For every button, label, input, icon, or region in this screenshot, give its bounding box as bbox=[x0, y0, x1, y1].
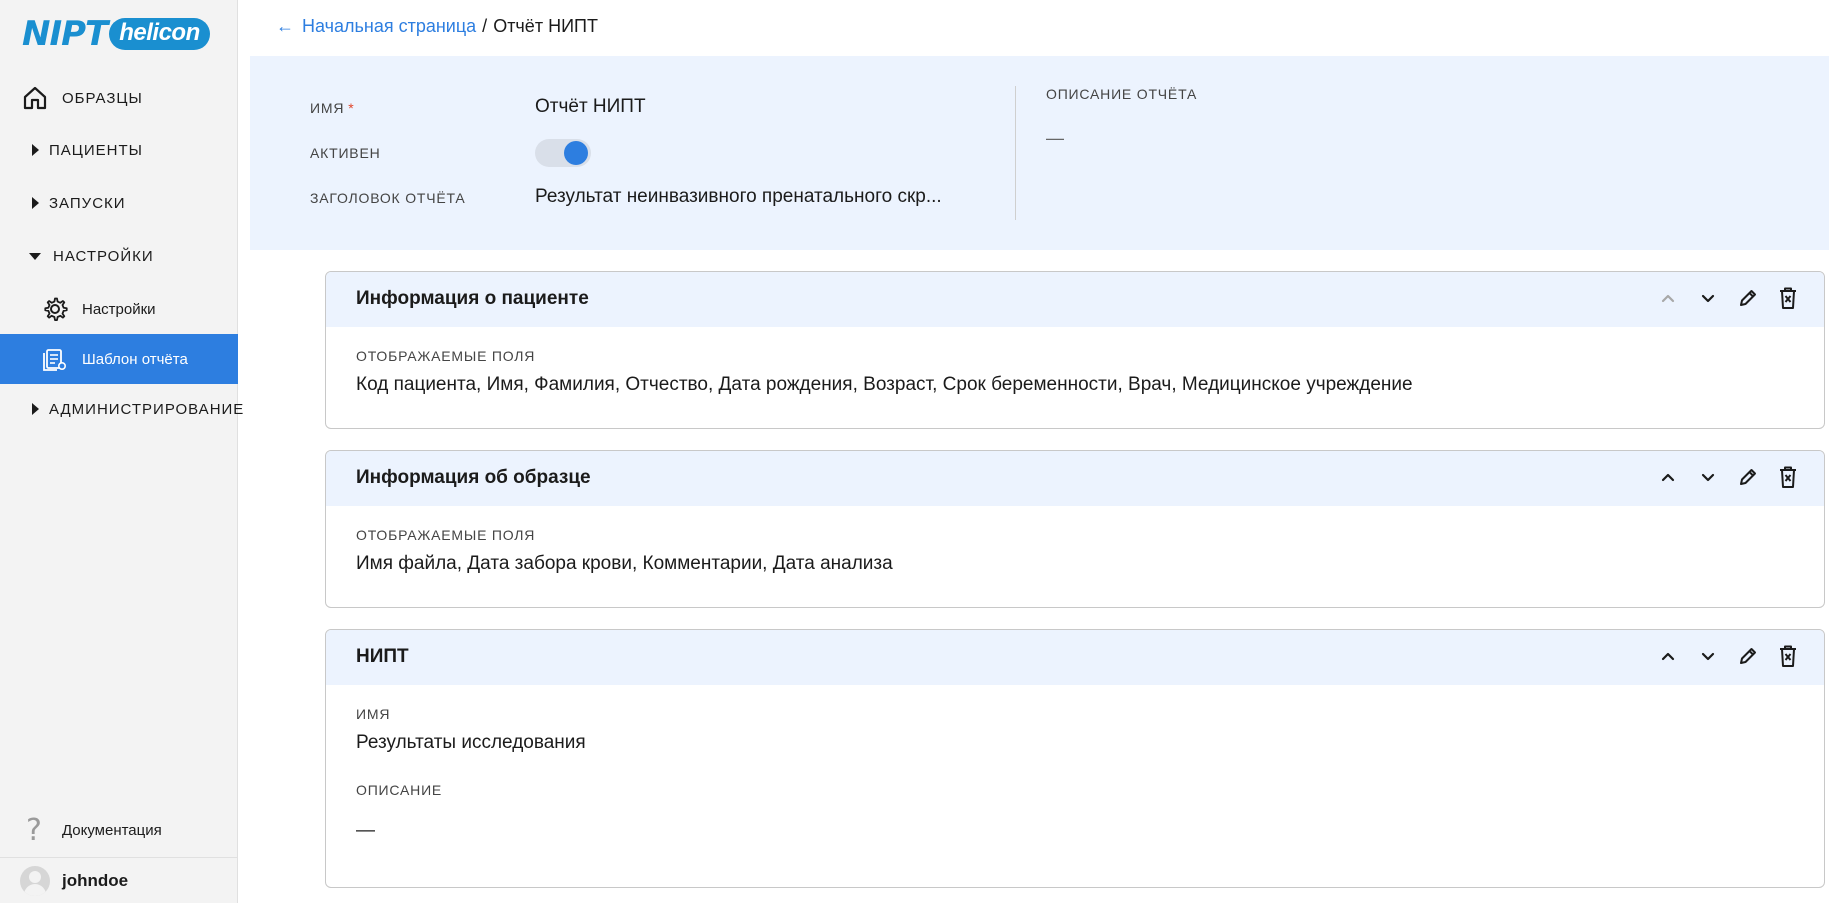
sidebar-item-label: ЗАПУСКИ bbox=[49, 194, 126, 212]
edit-button[interactable] bbox=[1734, 642, 1762, 670]
documentation-link[interactable]: ? Документация bbox=[0, 806, 238, 854]
gear-icon bbox=[42, 296, 68, 322]
report-name-value: Отчёт НИПТ bbox=[535, 96, 646, 117]
move-down-button[interactable] bbox=[1694, 284, 1722, 312]
caret-right-icon bbox=[32, 197, 39, 209]
move-down-button[interactable] bbox=[1694, 642, 1722, 670]
sidebar-item-runs[interactable]: ЗАПУСКИ bbox=[0, 179, 238, 227]
delete-button[interactable] bbox=[1774, 463, 1802, 491]
name-label: ИМЯ * bbox=[310, 100, 355, 116]
sidebar-item-settings[interactable]: Настройки bbox=[0, 284, 238, 334]
trash-icon bbox=[1780, 466, 1796, 488]
chevron-up-icon bbox=[1661, 652, 1675, 661]
sidebar-item-label: АДМИНИСТРИРОВАНИЕ bbox=[49, 400, 245, 418]
caret-right-icon bbox=[32, 403, 39, 415]
caret-down-icon bbox=[29, 252, 41, 260]
breadcrumb-separator: / bbox=[482, 15, 488, 36]
edit-button[interactable] bbox=[1734, 463, 1762, 491]
user-menu[interactable]: johndoe bbox=[0, 857, 238, 903]
avatar bbox=[20, 865, 50, 896]
section-title: НИПТ bbox=[356, 646, 409, 667]
pencil-icon bbox=[1740, 648, 1756, 664]
section-name-value: Результаты исследования bbox=[356, 732, 586, 753]
sidebar-item-label: ПАЦИЕНТЫ bbox=[49, 141, 143, 159]
delete-button[interactable] bbox=[1774, 642, 1802, 670]
sidebar-item-patients[interactable]: ПАЦИЕНТЫ bbox=[0, 126, 238, 174]
chevron-down-icon bbox=[1701, 652, 1715, 661]
logo-nipt-text: NIPT bbox=[22, 14, 108, 54]
chevron-up-icon bbox=[1661, 473, 1675, 482]
section-name-label: ИМЯ bbox=[356, 706, 391, 722]
section-card-sample-info: Информация об образце ОТОБРАЖАЕМЫЕ ПОЛЯ … bbox=[325, 450, 1825, 608]
active-toggle[interactable] bbox=[535, 137, 591, 167]
section-title: Информация об образце bbox=[356, 467, 591, 488]
trash-icon bbox=[1780, 287, 1796, 309]
displayed-fields-value: Код пациента, Имя, Фамилия, Отчество, Да… bbox=[356, 374, 1413, 395]
displayed-fields-label: ОТОБРАЖАЕМЫЕ ПОЛЯ bbox=[356, 527, 536, 543]
trash-icon bbox=[1780, 645, 1796, 667]
section-title: Информация о пациенте bbox=[356, 288, 589, 309]
username: johndoe bbox=[62, 870, 129, 890]
toggle-thumb bbox=[564, 141, 588, 165]
section-card-header: Информация об образце bbox=[326, 451, 1824, 506]
report-title-label: ЗАГОЛОВОК ОТЧЁТА bbox=[310, 190, 466, 206]
section-card-header: Информация о пациенте bbox=[326, 272, 1824, 327]
chevron-down-icon bbox=[1701, 294, 1715, 303]
logo-helicon-text: helicon bbox=[109, 18, 210, 50]
sidebar-item-label: Настройки bbox=[82, 300, 156, 318]
sidebar-item-samples[interactable]: ОБРАЗЦЫ bbox=[0, 74, 238, 122]
section-actions bbox=[1654, 463, 1802, 491]
chevron-up-icon bbox=[1661, 294, 1675, 303]
sidebar-item-label: Шаблон отчёта bbox=[82, 350, 188, 368]
help-icon: ? bbox=[26, 812, 42, 848]
breadcrumb-home-link[interactable]: Начальная страница bbox=[302, 16, 476, 37]
sidebar-item-label: НАСТРОЙКИ bbox=[53, 247, 154, 265]
move-down-button[interactable] bbox=[1694, 463, 1722, 491]
displayed-fields-value: Имя файла, Дата забора крови, Комментари… bbox=[356, 553, 893, 574]
active-label: АКТИВЕН bbox=[310, 145, 381, 161]
header-divider bbox=[1015, 86, 1016, 220]
breadcrumb: ← Начальная страница / Отчёт НИПТ bbox=[276, 14, 598, 38]
displayed-fields-label: ОТОБРАЖАЕМЫЕ ПОЛЯ bbox=[356, 348, 536, 364]
sidebar: NIPT helicon ОБРАЗЦЫ ПАЦИЕНТЫ ЗАПУСКИ НА… bbox=[0, 0, 243, 903]
required-mark: * bbox=[348, 100, 355, 116]
section-description-label: ОПИСАНИЕ bbox=[356, 782, 443, 798]
move-up-button[interactable] bbox=[1654, 463, 1682, 491]
report-template-icon bbox=[42, 346, 68, 372]
move-up-button[interactable] bbox=[1654, 642, 1682, 670]
section-actions bbox=[1654, 642, 1802, 670]
report-title-value: Результат неинвазивного пренатального ск… bbox=[535, 186, 942, 207]
pencil-icon bbox=[1740, 469, 1756, 485]
caret-right-icon bbox=[32, 144, 39, 156]
sidebar-item-label: ОБРАЗЦЫ bbox=[62, 89, 143, 107]
documentation-label: Документация bbox=[61, 821, 162, 839]
section-description-value: — bbox=[356, 820, 375, 841]
home-icon bbox=[22, 85, 48, 111]
section-card-patient-info: Информация о пациенте ОТОБРАЖАЕМЫЕ ПОЛЯ … bbox=[325, 271, 1825, 429]
delete-button[interactable] bbox=[1774, 284, 1802, 312]
edit-button[interactable] bbox=[1734, 284, 1762, 312]
breadcrumb-current: Отчёт НИПТ bbox=[493, 15, 598, 36]
report-description-value: — bbox=[1046, 128, 1064, 148]
report-header-panel: ИМЯ * Отчёт НИПТ АКТИВЕН ЗАГОЛОВОК ОТЧЁТА… bbox=[250, 56, 1829, 250]
section-card-header: НИПТ bbox=[326, 630, 1824, 685]
logo[interactable]: NIPT helicon bbox=[22, 14, 210, 54]
move-up-button[interactable] bbox=[1654, 284, 1682, 312]
sidebar-item-administration[interactable]: АДМИНИСТРИРОВАНИЕ bbox=[0, 385, 243, 433]
sidebar-item-report-template[interactable]: Шаблон отчёта bbox=[0, 334, 238, 384]
pencil-icon bbox=[1740, 290, 1756, 306]
arrow-left-icon[interactable]: ← bbox=[276, 16, 294, 37]
report-description-label: ОПИСАНИЕ ОТЧЁТА bbox=[1046, 86, 1198, 102]
chevron-down-icon bbox=[1701, 473, 1715, 482]
sidebar-item-settings-group[interactable]: НАСТРОЙКИ bbox=[0, 232, 238, 280]
section-card-nipt: НИПТ ИМЯ Результаты исследования ОПИСАНИ… bbox=[325, 629, 1825, 888]
section-actions bbox=[1654, 284, 1802, 312]
